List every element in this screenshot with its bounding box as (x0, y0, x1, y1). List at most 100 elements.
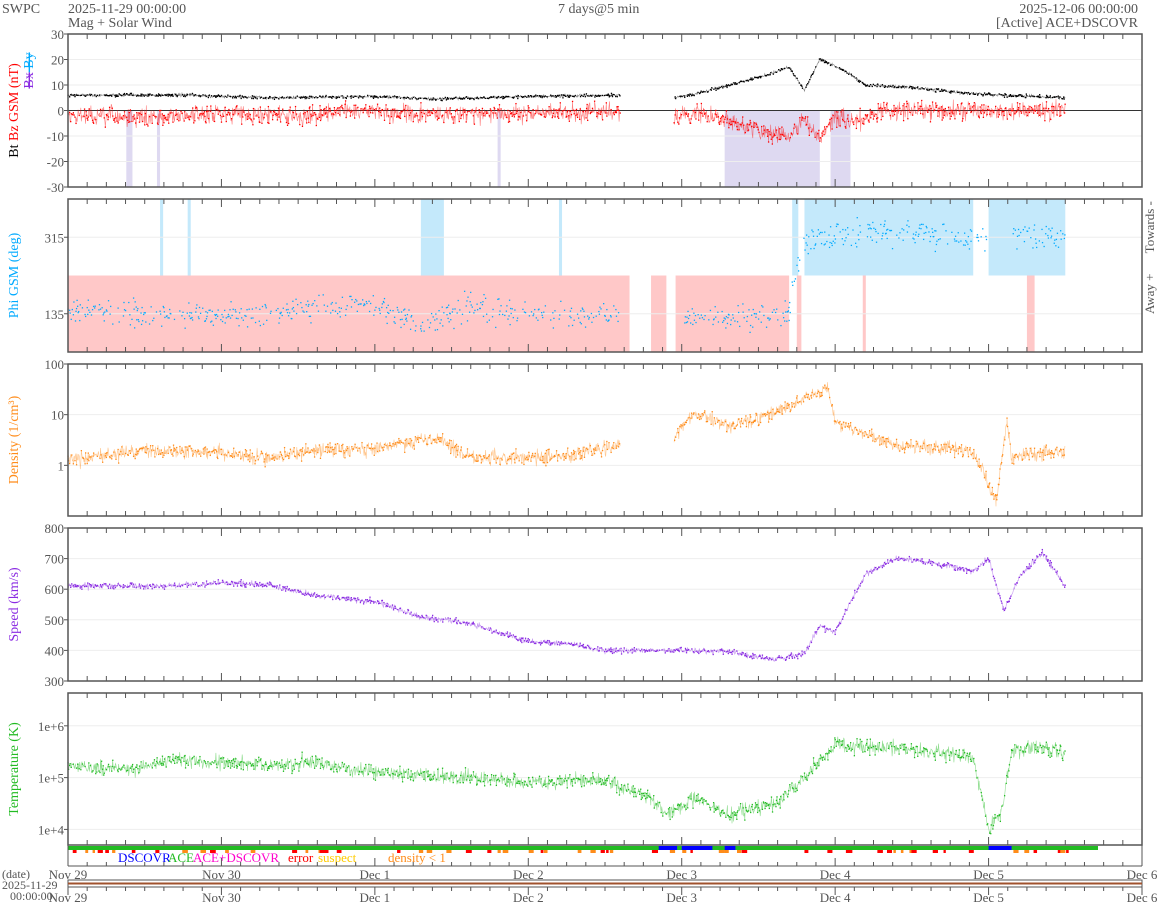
data-point (379, 771, 381, 773)
data-point (158, 586, 160, 589)
y-axis-label: Speed (km/s) (7, 567, 22, 642)
data-point (563, 455, 566, 458)
data-point (307, 764, 310, 766)
data-point (688, 416, 690, 419)
data-point (964, 449, 966, 451)
data-point (110, 305, 112, 308)
data-point (1026, 453, 1029, 455)
data-point (1048, 228, 1050, 230)
data-point (954, 118, 956, 120)
data-point (513, 96, 515, 98)
data-point (899, 232, 901, 234)
data-point (75, 122, 77, 125)
data-point (980, 111, 982, 113)
data-point (844, 121, 846, 123)
data-point (183, 120, 185, 122)
data-point (851, 429, 853, 431)
data-point (489, 462, 491, 464)
data-point (338, 598, 341, 601)
data-point (568, 96, 571, 98)
data-point (558, 94, 560, 96)
data-point (559, 314, 561, 316)
data-point (556, 460, 559, 462)
data-point (561, 113, 563, 115)
data-point (863, 123, 865, 125)
data-point (189, 116, 192, 118)
data-point (209, 309, 211, 311)
data-point (859, 231, 862, 233)
data-point (71, 454, 73, 456)
data-point (821, 391, 823, 394)
data-point (600, 452, 602, 454)
data-point (714, 423, 717, 425)
data-point (276, 458, 278, 460)
data-point (399, 112, 401, 114)
data-point (828, 122, 831, 124)
data-point (372, 600, 374, 603)
data-point (690, 322, 692, 324)
data-point (598, 310, 600, 313)
data-point (957, 567, 959, 569)
data-point (753, 122, 756, 124)
data-point (569, 95, 572, 97)
data-point (853, 123, 855, 126)
data-point (420, 102, 422, 104)
data-point (965, 240, 967, 242)
data-point (994, 580, 996, 582)
data-point (1045, 446, 1047, 448)
data-point (1056, 446, 1058, 449)
data-point (508, 315, 510, 317)
data-point (572, 453, 574, 455)
data-point (570, 452, 573, 454)
data-point (673, 122, 675, 124)
data-point (447, 317, 449, 320)
data-point (868, 121, 870, 123)
data-point (784, 300, 786, 302)
data-point (906, 441, 908, 443)
data-point (919, 224, 921, 226)
data-point (855, 117, 857, 119)
data-point (999, 595, 1001, 597)
data-point (1000, 600, 1003, 602)
data-point (456, 622, 458, 625)
data-point (183, 760, 185, 762)
data-point (1045, 101, 1048, 103)
data-point (374, 447, 376, 449)
data-point (952, 445, 955, 447)
data-point (918, 227, 921, 229)
data-point (828, 234, 830, 236)
data-point (669, 651, 672, 653)
data-point (298, 770, 300, 772)
data-point (836, 626, 838, 629)
data-point (511, 115, 513, 117)
data-point (722, 421, 724, 424)
data-point (1012, 108, 1014, 110)
data-point (887, 109, 889, 111)
data-point (831, 405, 833, 407)
data-point (803, 237, 805, 239)
data-point (968, 248, 971, 250)
data-point (885, 232, 887, 235)
data-point (908, 555, 910, 558)
data-point (983, 112, 986, 114)
data-point (387, 767, 389, 770)
data-point (245, 455, 247, 458)
data-point (404, 115, 406, 118)
data-point (819, 140, 821, 142)
data-point (104, 455, 106, 457)
data-point (760, 75, 762, 78)
data-point (823, 625, 826, 627)
data-point (141, 767, 143, 769)
data-point (896, 557, 898, 560)
data-point (546, 639, 549, 642)
data-point (381, 599, 384, 602)
data-point (345, 599, 347, 602)
data-point (867, 119, 870, 121)
data-point (484, 97, 486, 100)
data-point (618, 443, 621, 445)
data-point (207, 761, 209, 763)
data-point (903, 229, 905, 231)
series-speed-line (67, 549, 1066, 662)
data-point (350, 97, 352, 99)
data-point (196, 451, 198, 453)
